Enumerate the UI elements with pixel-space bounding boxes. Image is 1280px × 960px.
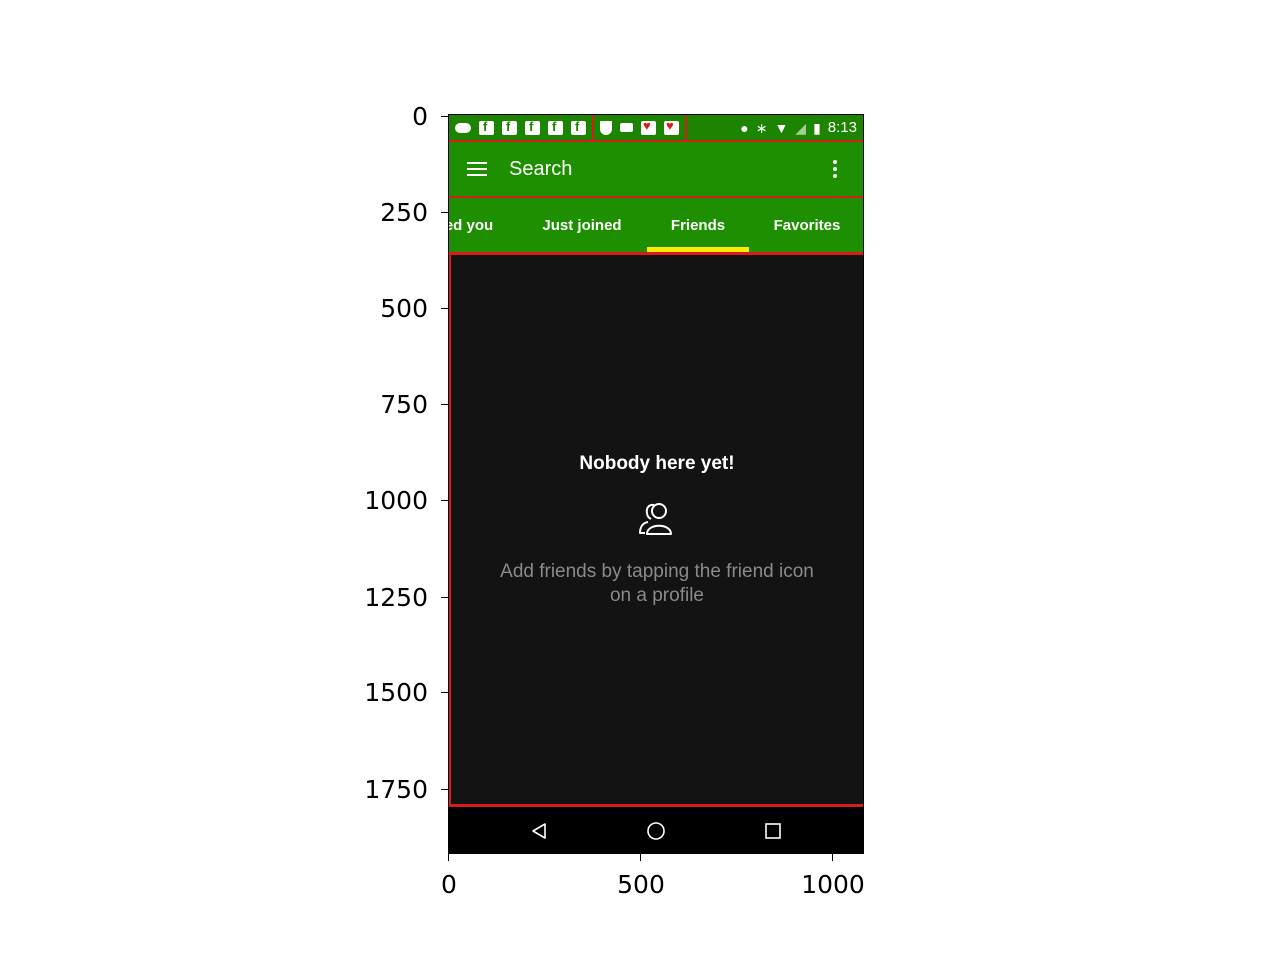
battery-charging-icon: ▮ — [813, 119, 821, 136]
x-tick — [832, 854, 833, 861]
x-tick-label: 1000 — [801, 870, 865, 899]
heart-app-icon — [641, 118, 656, 135]
back-triangle-icon — [532, 823, 546, 839]
empty-state-title: Nobody here yet! — [579, 453, 735, 474]
y-tick-label: 500 — [380, 294, 428, 323]
y-tick-label: 750 — [380, 390, 428, 419]
status-notifications-middle — [592, 115, 687, 140]
x-tick — [448, 854, 449, 861]
y-tick-label: 0 — [412, 102, 428, 131]
y-tick — [441, 597, 448, 598]
facebook-icon — [502, 119, 517, 135]
x-tick-label: 0 — [441, 870, 457, 899]
y-tick-label: 250 — [380, 198, 428, 227]
phone-screen: ● ∗ ▼ ◢ ▮ 8:13 Search ed you Just joined… — [448, 114, 864, 854]
facebook-icon — [548, 119, 563, 135]
y-tick — [441, 116, 448, 117]
y-tick-label: 1250 — [364, 583, 428, 612]
tab-label: ed you — [448, 216, 494, 234]
facebook-icon — [525, 119, 540, 135]
menu-button[interactable] — [449, 141, 505, 197]
home-circle-icon — [647, 822, 665, 840]
tab-friends[interactable]: Friends — [647, 198, 749, 252]
y-tick-label: 1500 — [364, 678, 428, 707]
y-tick-label: 1000 — [364, 486, 428, 515]
location-icon: ● — [740, 119, 749, 136]
hamburger-menu-icon — [467, 162, 487, 176]
tab-liked-you[interactable]: ed you — [448, 198, 499, 252]
y-tick — [441, 789, 448, 790]
y-tick — [441, 212, 448, 213]
friends-list-empty: Nobody here yet! Add friends by tapping … — [449, 255, 863, 804]
message-icon — [455, 122, 471, 133]
card-icon — [620, 123, 633, 132]
tab-label: Favorites — [773, 216, 841, 234]
wifi-icon: ▼ — [774, 119, 789, 136]
app-bar-title: Search — [509, 157, 573, 180]
tab-just-joined[interactable]: Just joined — [529, 198, 635, 252]
tab-bar: ed you Just joined Friends Favorites — [449, 198, 863, 255]
signal-icon: ◢ — [795, 119, 807, 136]
tab-label: Friends — [670, 216, 726, 234]
y-tick — [441, 500, 448, 501]
empty-state-description: Add friends by tapping the friend icon o… — [500, 561, 814, 606]
status-bar: ● ∗ ▼ ◢ ▮ 8:13 — [449, 115, 863, 142]
y-tick — [441, 692, 448, 693]
status-system-icons: ● ∗ ▼ ◢ ▮ 8:13 — [740, 119, 863, 136]
x-tick — [640, 854, 641, 861]
y-tick — [441, 404, 448, 405]
facebook-icon — [571, 119, 586, 135]
facebook-icon — [479, 119, 494, 135]
friends-icon — [639, 503, 672, 535]
back-button[interactable] — [519, 815, 559, 847]
bluetooth-icon: ∗ — [755, 119, 768, 136]
status-notifications-left — [449, 115, 592, 140]
tab-label: Just joined — [542, 216, 622, 234]
system-nav-bar — [449, 804, 863, 853]
tab-favorites[interactable]: Favorites — [761, 198, 853, 252]
x-tick-label: 500 — [617, 870, 665, 899]
status-time: 8:13 — [827, 119, 857, 136]
home-button[interactable] — [636, 815, 676, 847]
heart-app-icon — [664, 118, 679, 135]
more-vert-icon — [833, 160, 837, 178]
recents-button[interactable] — [753, 815, 793, 847]
y-tick — [441, 308, 448, 309]
app-bar: Search — [449, 142, 863, 198]
overflow-menu-button[interactable] — [807, 141, 863, 197]
y-tick-label: 1750 — [364, 775, 428, 804]
recents-square-icon — [765, 823, 781, 839]
shield-icon — [600, 120, 612, 135]
